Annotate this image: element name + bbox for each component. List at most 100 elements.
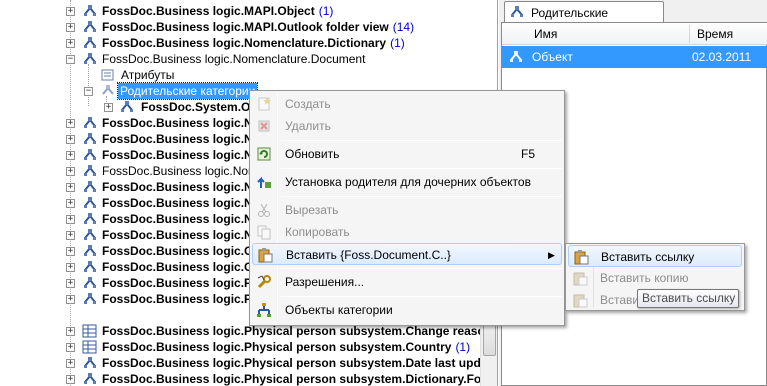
- category-node-icon: [82, 116, 98, 130]
- category-node-icon: [82, 372, 98, 386]
- expand-icon[interactable]: +: [66, 327, 75, 336]
- menu-item-permissions[interactable]: Разрешения...: [252, 271, 562, 293]
- table-node-icon: [82, 324, 98, 338]
- category-node-icon: [82, 356, 98, 370]
- menu-item-delete[interactable]: Удалить: [252, 115, 562, 137]
- tree-node[interactable]: + FossDoc.Business logic.MAPI.Outlook fo…: [0, 19, 480, 35]
- context-menu: Создать Удалить Обновить F5 Установка ро…: [249, 90, 565, 326]
- set-parent-icon: [256, 174, 272, 190]
- tree-node-attributes[interactable]: Атрибуты: [0, 67, 480, 83]
- menu-separator: [281, 140, 562, 141]
- tree-node[interactable]: − FossDoc.Business logic.Nomenclature.Do…: [0, 51, 480, 67]
- tooltip: Вставить ссылку: [637, 289, 739, 308]
- tree-node-label: FossDoc.Business logic.Nomenclature.Dict…: [102, 36, 405, 50]
- paste-icon: [257, 247, 273, 263]
- column-header-name[interactable]: Имя: [534, 23, 557, 45]
- row-name: Объект: [532, 50, 573, 64]
- category-node-icon: [82, 260, 98, 274]
- expand-icon[interactable]: +: [66, 263, 75, 272]
- menu-item-copy[interactable]: Копировать: [252, 221, 562, 243]
- column-header-modified[interactable]: Время модифи: [697, 23, 767, 63]
- expand-icon[interactable]: +: [66, 119, 75, 128]
- category-node-icon: [82, 228, 98, 242]
- expand-icon[interactable]: +: [66, 183, 75, 192]
- expand-icon[interactable]: +: [66, 231, 75, 240]
- shortcut-label: F5: [521, 147, 536, 161]
- parent-categories-icon: [100, 84, 116, 98]
- list-header: Имя Время модифи: [502, 23, 767, 63]
- menu-item-set-parent[interactable]: Установка родителя для дочерних объектов: [252, 171, 562, 193]
- menu-item-refresh[interactable]: Обновить F5: [252, 143, 562, 165]
- expand-icon[interactable]: +: [66, 359, 75, 368]
- paste-icon: [572, 292, 588, 315]
- category-node-icon: [82, 244, 98, 258]
- row-modified-time: 02.03.2011 13:3: [692, 50, 752, 86]
- category-node-icon: [82, 196, 98, 210]
- category-node-icon: [82, 4, 98, 18]
- tab-parent-categories[interactable]: Родительские категории: [504, 1, 664, 40]
- category-node-icon: [82, 292, 98, 306]
- tree-node-label: Атрибуты: [121, 68, 175, 82]
- category-objects-icon: [256, 302, 272, 318]
- collapse-icon[interactable]: −: [66, 55, 75, 64]
- category-node-icon: [82, 164, 98, 178]
- menu-item-paste[interactable]: Вставить {Foss.Document.C..} ▶: [252, 243, 562, 265]
- menu-separator: [281, 168, 562, 169]
- object-icon: [508, 49, 524, 72]
- submenu-arrow-icon: ▶: [548, 250, 555, 260]
- expand-icon[interactable]: +: [66, 279, 75, 288]
- expand-icon[interactable]: +: [66, 199, 75, 208]
- copy-icon: [256, 224, 272, 240]
- menu-item-create[interactable]: Создать: [252, 93, 562, 115]
- tree-node[interactable]: + FossDoc.Business logic.Physical person…: [0, 339, 480, 355]
- menu-item-paste-link[interactable]: Вставить ссылку: [568, 245, 742, 267]
- expand-icon[interactable]: +: [66, 375, 75, 384]
- tree-node-label: FossDoc.Business logic.MAPI.Object (1): [102, 4, 334, 18]
- category-node-icon: [82, 52, 98, 66]
- menu-separator: [281, 268, 562, 269]
- expand-icon[interactable]: +: [66, 23, 75, 32]
- menu-item-paste-copy[interactable]: Вставить копию: [568, 267, 742, 289]
- category-node-icon: [82, 276, 98, 290]
- expand-icon[interactable]: +: [66, 39, 75, 48]
- tree-node-label: FossDoc.Business logic.Physical person s…: [102, 356, 498, 370]
- expand-icon[interactable]: +: [66, 135, 75, 144]
- tree-node[interactable]: + FossDoc.Business logic.Nomenclature.Di…: [0, 35, 480, 51]
- menu-separator: [281, 196, 562, 197]
- menu-item-category-objects[interactable]: Объекты категории: [252, 299, 562, 321]
- table-node-icon: [82, 340, 98, 354]
- expand-icon[interactable]: +: [66, 7, 75, 16]
- tree-node-label: FossDoc.Business logic.Physical person s…: [102, 340, 471, 354]
- collapse-icon[interactable]: −: [84, 87, 93, 96]
- tree-node[interactable]: + FossDoc.Business logic.Physical person…: [0, 355, 497, 371]
- list-row[interactable]: Объект 02.03.2011 13:3: [502, 46, 767, 86]
- expand-icon[interactable]: +: [66, 167, 75, 176]
- category-node-icon: [82, 36, 98, 50]
- category-node-icon: [82, 180, 98, 194]
- tree-node[interactable]: + FossDoc.System.Object: [0, 99, 278, 115]
- expand-icon[interactable]: +: [66, 295, 75, 304]
- expand-icon[interactable]: +: [66, 247, 75, 256]
- refresh-icon: [256, 146, 272, 162]
- menu-separator: [281, 296, 562, 297]
- tree-node-label: FossDoc.Business logic.Physical person s…: [102, 372, 498, 386]
- create-icon: [256, 96, 272, 112]
- column-divider[interactable]: [689, 25, 690, 43]
- category-node-icon: [82, 20, 98, 34]
- menu-item-cut[interactable]: Вырезать: [252, 199, 562, 221]
- tree-vertical-scrollbar[interactable]: [480, 318, 497, 386]
- tree-node[interactable]: + FossDoc.Business logic.Physical person…: [0, 371, 497, 386]
- expand-icon[interactable]: +: [66, 151, 75, 160]
- category-node-icon: [82, 212, 98, 226]
- tree-node-label: Родительские категории: [116, 82, 259, 100]
- delete-icon: [256, 118, 272, 134]
- category-node-icon: [82, 148, 98, 162]
- expand-icon[interactable]: +: [104, 103, 113, 112]
- attributes-icon: [100, 68, 116, 82]
- category-node-icon: [119, 100, 135, 114]
- tree-node[interactable]: + FossDoc.Business logic.MAPI.Object (1): [0, 3, 480, 19]
- expand-icon[interactable]: +: [66, 343, 75, 352]
- category-node-icon: [82, 132, 98, 146]
- permissions-icon: [256, 274, 272, 290]
- expand-icon[interactable]: +: [66, 215, 75, 224]
